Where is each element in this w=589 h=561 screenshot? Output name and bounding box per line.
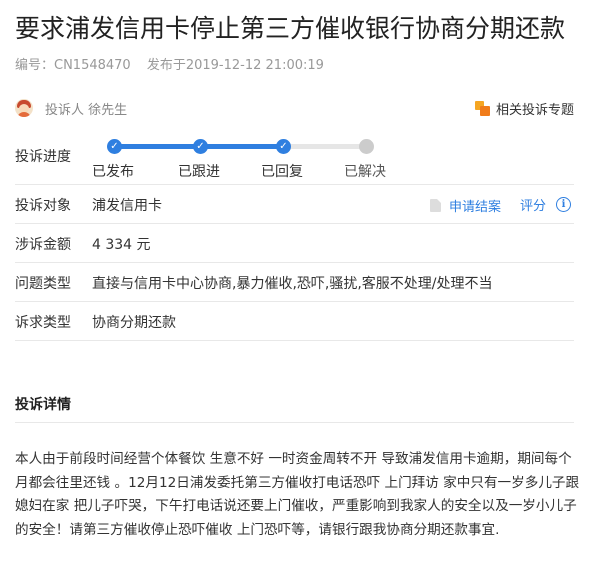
target-link[interactable]: 浦发信用卡	[92, 195, 162, 215]
step-label-followed: 已跟进	[178, 164, 220, 180]
details-title: 投诉详情	[15, 397, 71, 413]
apply-close-label: 申请结案	[449, 200, 502, 215]
demand-label: 诉求类型	[15, 315, 71, 331]
related-topic-label: 相关投诉专题	[495, 102, 574, 118]
step-dot-2: ✓	[193, 139, 208, 154]
complaint-title: 要求浦发信用卡停止第三方催收银行协商分期还款	[15, 14, 566, 43]
complaint-meta: 编号：CN1548470 发布于2019-12-12 21:00:19	[15, 54, 336, 73]
related-topic-link[interactable]: 相关投诉专题	[474, 97, 574, 119]
apply-close-button[interactable]: 申请结案	[430, 196, 501, 215]
info-icon[interactable]: i	[556, 197, 572, 212]
amount-row: 涉诉金额 4 334 元	[15, 223, 574, 263]
step-dot-3: ✓	[276, 139, 291, 154]
amount-value: 4 334 元	[92, 237, 151, 253]
avatar	[15, 99, 33, 117]
complaint-id: 编号：CN1548470	[15, 58, 131, 73]
rate-button[interactable]: 评分 i	[520, 195, 572, 214]
demand-row: 诉求类型 协商分期还款	[15, 301, 574, 341]
document-icon	[430, 199, 441, 212]
complaint-details: 本人由于前段时间经营个体餐饮 生意不好 一时资金周转不开 导致浦发信用卡逾期，期…	[15, 451, 580, 538]
topic-icon	[474, 100, 490, 116]
demand-value: 协商分期还款	[92, 315, 176, 331]
target-label: 投诉对象	[15, 198, 71, 214]
issue-value: 直接与信用卡中心协商,暴力催收,恐吓,骚扰,客服不处理/处理不当	[92, 276, 493, 292]
progress-label: 投诉进度	[15, 149, 71, 165]
complainant-name: 投诉人 徐先生	[45, 102, 128, 118]
amount-label: 涉诉金额	[15, 237, 71, 253]
step-dot-4	[359, 139, 374, 154]
publish-time: 发布于2019-12-12 21:00:19	[146, 58, 324, 73]
step-label-replied: 已回复	[261, 164, 303, 180]
rate-label: 评分	[520, 199, 547, 214]
step-dot-1: ✓	[107, 139, 122, 154]
details-divider	[15, 422, 574, 423]
step-label-resolved: 已解决	[344, 164, 386, 180]
step-label-published: 已发布	[92, 164, 134, 180]
complainant: 投诉人 徐先生	[15, 97, 127, 119]
issue-row: 问题类型 直接与信用卡中心协商,暴力催收,恐吓,骚扰,客服不处理/处理不当	[15, 262, 574, 302]
issue-label: 问题类型	[15, 276, 71, 292]
